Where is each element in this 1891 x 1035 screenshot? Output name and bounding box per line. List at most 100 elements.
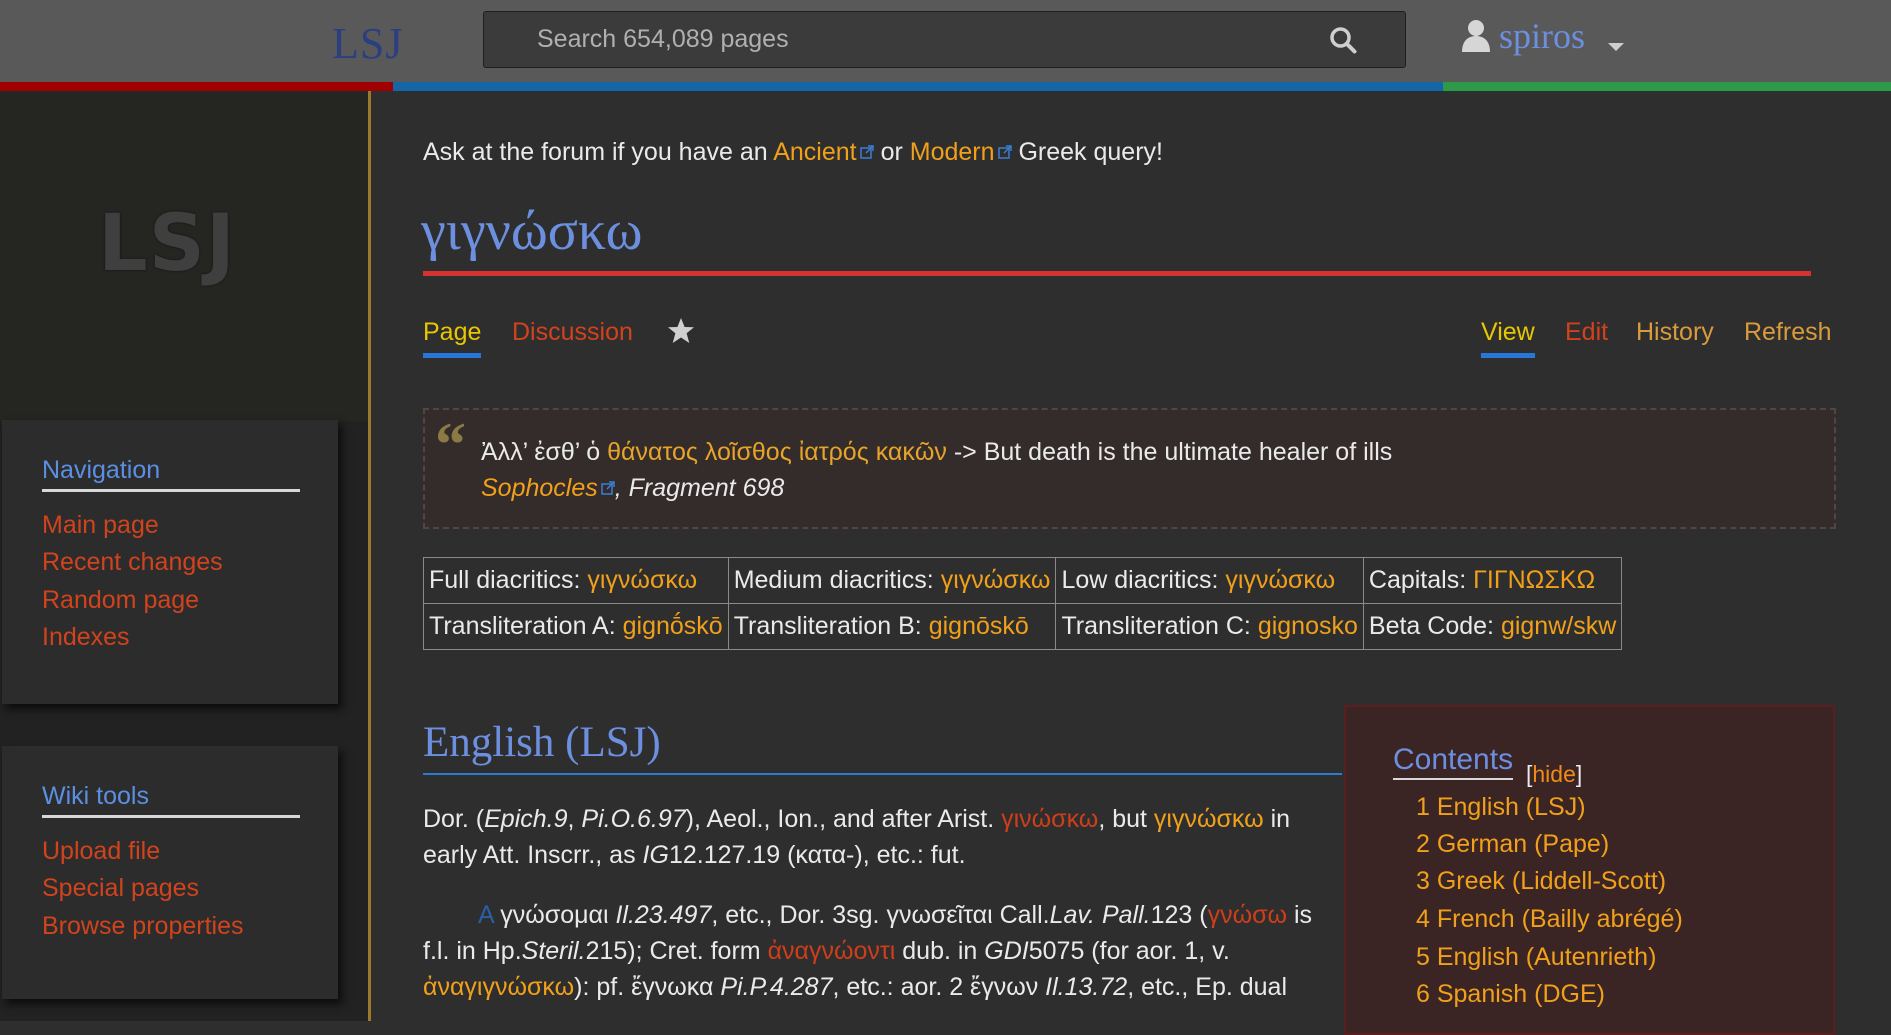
tab-edit[interactable]: Edit [1565,318,1608,347]
word-forms-table: Full diacritics: γιγνώσκω Medium diacrit… [423,557,1623,650]
citation: GDI [984,937,1029,965]
cell-label: Full diacritics: [429,566,581,594]
word-link-ginosko[interactable]: γινώσκω [1001,805,1098,833]
cell-label: Beta Code: [1368,612,1494,640]
table-cell: Low diacritics: γιγνώσκω [1055,557,1364,604]
forum-text-suffix: Greek query! [1018,138,1163,166]
quote-author-link[interactable]: Sophocles [481,474,598,502]
text: , etc.: aor. 2 ἔγνων [832,973,1046,1001]
citation: Epich.9 [484,805,568,833]
table-of-contents: Contents [hide] 1 English (LSJ) 2 German… [1344,705,1835,1035]
entry-paragraph-1: Dor. (Epich.9, Pi.O.6.97), Aeol., Ion., … [423,801,1343,873]
navigation-portlet: Navigation Main page Recent changes Rand… [2,420,338,704]
cell-label: Transliteration A: [429,612,616,640]
color-stripe [0,82,1891,91]
toc-hide-link[interactable]: hide [1532,761,1575,787]
low-diacritics-value[interactable]: γιγνώσκω [1225,566,1335,594]
search-box[interactable] [483,11,1406,68]
tab-history[interactable]: History [1636,318,1714,347]
cell-label: Medium diacritics: [733,566,934,594]
sidebar: LSJ Navigation Main page Recent changes … [0,91,368,1021]
user-icon[interactable] [1461,19,1491,53]
stripe-blue [393,82,1443,91]
tool-browse-properties[interactable]: Browse properties [42,912,243,941]
toc-item-german-pape[interactable]: 2 German (Pape) [1416,830,1609,859]
quote-greek-link[interactable]: θάνατος λοῖσθος ἰατρός κακῶν [607,438,947,466]
tab-refresh[interactable]: Refresh [1744,318,1832,347]
text: , but [1098,805,1154,833]
transliteration-c-value[interactable]: gignosko [1258,612,1358,640]
toc-item-english-lsj[interactable]: 1 English (LSJ) [1416,793,1586,822]
search-icon[interactable] [1329,26,1357,54]
title-underline [423,271,1811,276]
heading-underline [423,773,1342,775]
sidebar-logo-area: LSJ [0,91,368,421]
citation: Il.13.72 [1045,973,1128,1001]
wiki-tools-portlet: Wiki tools Upload file Special pages Bro… [2,746,338,999]
transliteration-b-value[interactable]: gignōskō [929,612,1029,640]
text: ), Aeol., Ion., and after Arist. [685,805,1002,833]
toc-item-greek-liddell-scott[interactable]: 3 Greek (Liddell-Scott) [1416,867,1666,896]
nav-main-page[interactable]: Main page [42,511,159,540]
tool-special-pages[interactable]: Special pages [42,874,199,903]
table-row: Transliteration A: gignṓskō Transliterat… [423,603,1623,650]
toc-item-spanish-dge[interactable]: 6 Spanish (DGE) [1416,980,1605,1009]
tab-discussion[interactable]: Discussion [512,318,633,347]
tab-page[interactable]: Page [423,318,482,358]
capitals-value[interactable]: ΓΙΓΝΩΣΚΩ [1473,566,1595,594]
tab-view[interactable]: View [1481,318,1535,358]
quote-greek-prefix: Ἀλλ’ ἐσθ’ ὁ [481,438,601,466]
site-brand[interactable]: LSJ [332,18,403,69]
text: γνώσομαι [493,901,616,929]
user-menu-name[interactable]: spiros [1499,15,1585,57]
transliteration-a-value[interactable]: gignṓskō [623,612,723,640]
toc-item-english-autenrieth[interactable]: 5 English (Autenrieth) [1416,943,1656,972]
table-cell: Transliteration A: gignṓskō [423,603,729,650]
cell-label: Transliteration C: [1061,612,1251,640]
sidebar-divider [368,91,371,1021]
bracket: ] [1575,761,1583,787]
beta-code-value[interactable]: gignw/skw [1501,612,1616,640]
word-link-anagnoonti[interactable]: ἀναγνώοντι [768,937,896,965]
ancient-forum-link[interactable]: Ancient [773,138,856,166]
external-link-icon [997,145,1012,159]
quote-text: Ἀλλ’ ἐσθ’ ὁ θάνατος λοῖσθος ἰατρός κακῶν… [481,438,1392,467]
page-title: γιγνώσκω [421,200,643,262]
word-link-gignosko[interactable]: γιγνώσκω [1154,805,1264,833]
quote-translation: -> But death is the ultimate healer of i… [953,438,1393,466]
stripe-green [1443,82,1891,91]
table-cell: Transliteration C: gignosko [1055,603,1364,650]
table-cell: Medium diacritics: γιγνώσκω [727,557,1057,604]
text: , [567,805,582,833]
forum-text-or: or [880,138,903,166]
table-cell: Transliteration B: gignōskō [727,603,1057,650]
text: Dor. ( [423,805,485,833]
toc-item-french-bailly[interactable]: 4 French (Bailly abrégé) [1416,905,1683,934]
word-link-anagignosko[interactable]: ἀναγιγνώσκω [423,973,574,1001]
text: , etc., Ep. dual [1127,973,1288,1001]
star-icon[interactable] [666,316,696,346]
quote-attribution: Sophocles , Fragment 698 [481,474,784,503]
table-cell: Beta Code: gignw/skw [1362,603,1623,650]
modern-forum-link[interactable]: Modern [910,138,995,166]
text: 215); Cret. form [585,937,768,965]
medium-diacritics-value[interactable]: γιγνώσκω [941,566,1051,594]
top-header: LSJ spiros [0,0,1891,82]
citation: Pi.P.4.287 [720,973,833,1001]
text: dub. in [895,937,985,965]
word-link-gnoso[interactable]: γνώσω [1208,901,1287,929]
search-input[interactable] [484,12,1324,67]
toc-hide-control: [hide] [1526,761,1582,788]
citation: Lav. Pall. [1049,901,1151,929]
nav-random-page[interactable]: Random page [42,586,199,615]
cell-label: Low diacritics: [1061,566,1219,594]
chevron-down-icon[interactable] [1608,43,1624,51]
text: 12.127.19 (κατα-), etc.: fut. [668,841,966,869]
nav-indexes[interactable]: Indexes [42,623,130,652]
site-logo[interactable]: LSJ [98,199,236,289]
toc-title: Contents [1393,743,1514,780]
tool-upload-file[interactable]: Upload file [42,837,160,866]
full-diacritics-value[interactable]: γιγνώσκω [587,566,697,594]
text: ): pf. ἔγνωκα [574,973,721,1001]
nav-recent-changes[interactable]: Recent changes [42,548,223,577]
